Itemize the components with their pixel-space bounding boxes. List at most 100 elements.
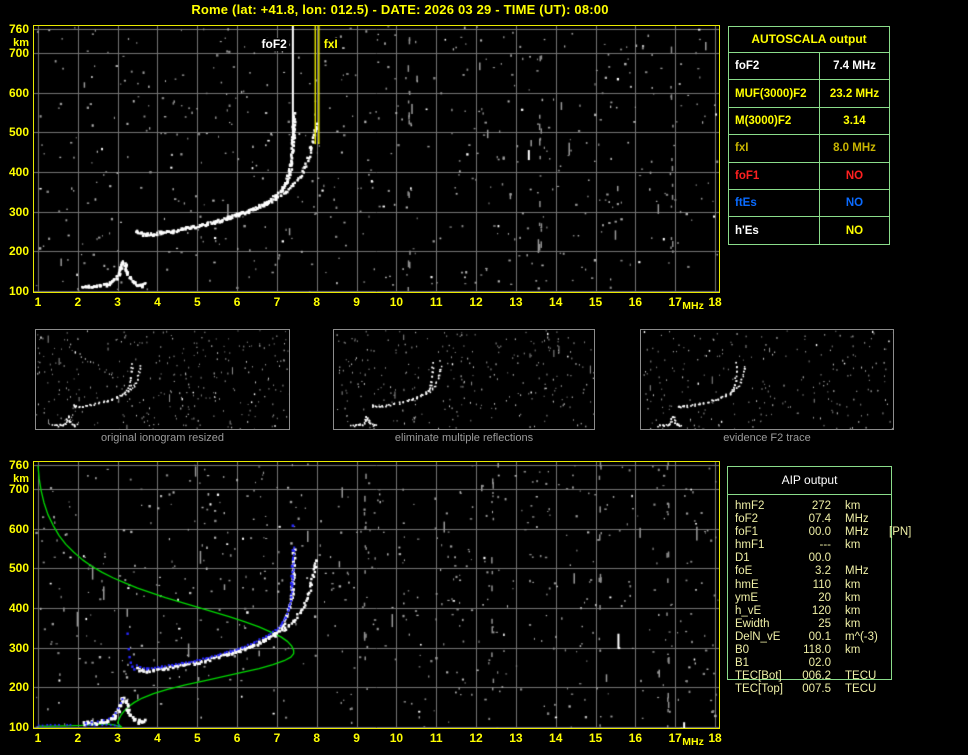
aip-label: foF2	[735, 513, 759, 526]
bottom-plot-x-tick-3: 3	[114, 731, 121, 745]
autoscala-param-value: 7.4 MHz	[833, 60, 876, 73]
aip-unit: m^(-3)	[845, 630, 878, 643]
aip-row-B1: B1 02.0	[727, 657, 965, 670]
top-plot-x-tick-7: 7	[273, 295, 281, 309]
aip-value: 00.0	[808, 552, 831, 565]
aip-unit: TECU	[845, 670, 877, 683]
top-plot-x-tick-13: 13	[509, 295, 523, 309]
aip-row-DelN_vE: DelN_vE 00.1 m^(-3)	[727, 631, 965, 644]
top-plot-x-tick-8: 8	[313, 295, 321, 309]
aip-unit: km	[845, 578, 861, 591]
bottom-plot-x-tick-13: 13	[509, 731, 523, 745]
autoscala-param-value: NO	[845, 169, 864, 182]
top-plot-x-tick-17: 17	[668, 295, 682, 309]
aip-label: hmF2	[735, 500, 765, 512]
bottom-plot-y-unit: km	[13, 473, 29, 485]
bottom-plot-x-tick-17: 17	[668, 731, 682, 745]
aip-unit: km	[845, 500, 861, 512]
autoscala-row-foF1: foF1 NO	[729, 162, 889, 190]
aip-value: 006.2	[802, 670, 831, 683]
aip-row-h_vE: h_vE 120 km	[727, 605, 965, 618]
autoscala-panel-title: AUTOSCALA output	[729, 27, 889, 53]
autoscala-param-label: foF2	[729, 53, 820, 80]
autoscala-row-h'Es: h'Es NO	[729, 217, 889, 244]
autoscala-rows: foF2 7.4 MHz MUF(3000)F2 23.2 MHz M(3000)F2 3…	[729, 53, 889, 244]
autoscala-param-label: h'Es	[729, 217, 820, 244]
top-plot-y-tick-200: 200	[8, 244, 29, 259]
top-plot-x-unit: MHz	[682, 300, 704, 312]
fxI-marker-label: fxI	[321, 37, 340, 51]
aip-row-hmF2: hmF2 272 km	[727, 500, 965, 513]
top-plot-x-tick-10: 10	[389, 295, 404, 309]
bottom-ionogram-canvas	[34, 462, 719, 728]
bottom-plot-y-tick-200: 200	[8, 680, 29, 695]
bottom-plot-x-tick-5: 5	[193, 731, 201, 745]
thumbnail-caption-reflections: eliminate multiple reflections	[394, 432, 534, 444]
aip-value: 00.0	[808, 526, 831, 539]
bottom-plot-x-tick-6: 6	[233, 731, 241, 745]
aip-unit	[845, 552, 885, 565]
top-plot-y-tick-100: 100	[8, 284, 29, 298]
thumbnail-caption-original: original ionogram resized	[101, 432, 224, 444]
aip-label: hmF1	[735, 539, 765, 552]
aip-row-B0: B0 118.0 km	[727, 644, 965, 657]
bottom-plot-x-tick-11: 11	[429, 731, 443, 745]
top-plot-x-tick-18: 18	[708, 295, 722, 309]
bottom-plot-x-tick-10: 10	[389, 731, 404, 745]
aip-value: 120	[811, 604, 831, 617]
bottom-plot-x-tick-9: 9	[353, 731, 360, 745]
thumbnail-f2-canvas	[641, 330, 893, 429]
autoscala-row-MUF(3000)F2: MUF(3000)F2 23.2 MHz	[729, 80, 889, 108]
thumbnail-reflections-canvas	[334, 330, 594, 429]
top-ionogram-plot	[33, 25, 720, 293]
top-plot-x-tick-9: 9	[353, 295, 360, 309]
thumbnail-multiple-reflections	[333, 329, 595, 430]
aip-row-foF2: foF2 07.4 MHz	[727, 513, 965, 526]
bottom-plot-x-tick-14: 14	[549, 731, 563, 745]
bottom-plot-y-tick-600: 600	[8, 521, 29, 536]
top-plot-y-tick-300: 300	[8, 204, 29, 219]
aip-label: DelN_vE	[735, 630, 781, 643]
aip-label: foE	[735, 565, 753, 578]
aip-label: foF1	[735, 526, 759, 539]
autoscala-param-label: MUF(3000)F2	[729, 80, 820, 107]
aip-unit: km	[845, 591, 861, 604]
aip-unit	[845, 657, 885, 670]
thumbnail-caption-f2-trace: evidence F2 trace	[723, 432, 811, 444]
aip-panel-title: AIP output	[728, 467, 891, 495]
bottom-plot-y-tick-500: 500	[8, 561, 29, 576]
autoscala-output-panel: AUTOSCALA output foF2 7.4 MHz MUF(3000)F2 2…	[728, 26, 890, 245]
page-title: Rome (lat: +41.8, lon: 012.5) - DATE: 20…	[191, 2, 609, 17]
autoscala-row-ftEs: ftEs NO	[729, 189, 889, 218]
aip-label: B0	[735, 644, 750, 657]
bottom-plot-y-tick-400: 400	[8, 600, 29, 615]
aip-unit: km	[845, 644, 861, 657]
aip-unit: MHz	[845, 526, 869, 539]
aip-row-ymE: ymE 20 km	[727, 592, 965, 605]
aip-label: h_vE	[735, 604, 762, 617]
bottom-plot-x-tick-2: 2	[74, 731, 82, 745]
aip-unit: TECU	[845, 683, 877, 696]
top-plot-x-tick-14: 14	[549, 295, 563, 309]
top-plot-y-tick-600: 600	[8, 85, 29, 100]
autoscala-param-value: 8.0 MHz	[833, 142, 876, 155]
aip-value: 07.4	[808, 513, 831, 526]
top-plot-x-tick-16: 16	[628, 295, 643, 309]
aip-row-Ewidth: Ewidth 25 km	[727, 618, 965, 631]
autoscala-param-label: M(3000)F2	[729, 107, 820, 135]
bottom-plot-x-tick-7: 7	[273, 731, 281, 745]
aip-row-hmF1: hmF1 --- km	[727, 539, 965, 552]
thumbnail-original-canvas	[36, 330, 289, 429]
aip-row-foF1: foF1 00.0 MHz [PN]	[727, 526, 965, 539]
autoscala-param-label: ftEs	[729, 189, 820, 217]
top-plot-y-tick-500: 500	[8, 125, 29, 140]
aip-row-TEC[Bot]: TEC[Bot] 006.2 TECU	[727, 670, 965, 683]
aip-value: 3.2	[815, 565, 831, 578]
aip-label: Ewidth	[735, 617, 770, 630]
top-plot-x-tick-12: 12	[469, 295, 483, 309]
aip-label: ymE	[735, 591, 758, 604]
bottom-plot-y-tick-100: 100	[8, 720, 29, 734]
autoscala-param-value: NO	[845, 224, 864, 237]
bottom-plot-y-tick-300: 300	[8, 640, 29, 655]
aip-rows: hmF2 272 km foF2 07.4 MHz foF1 00.0 MHz [PN] hmF1 -…	[727, 500, 965, 696]
